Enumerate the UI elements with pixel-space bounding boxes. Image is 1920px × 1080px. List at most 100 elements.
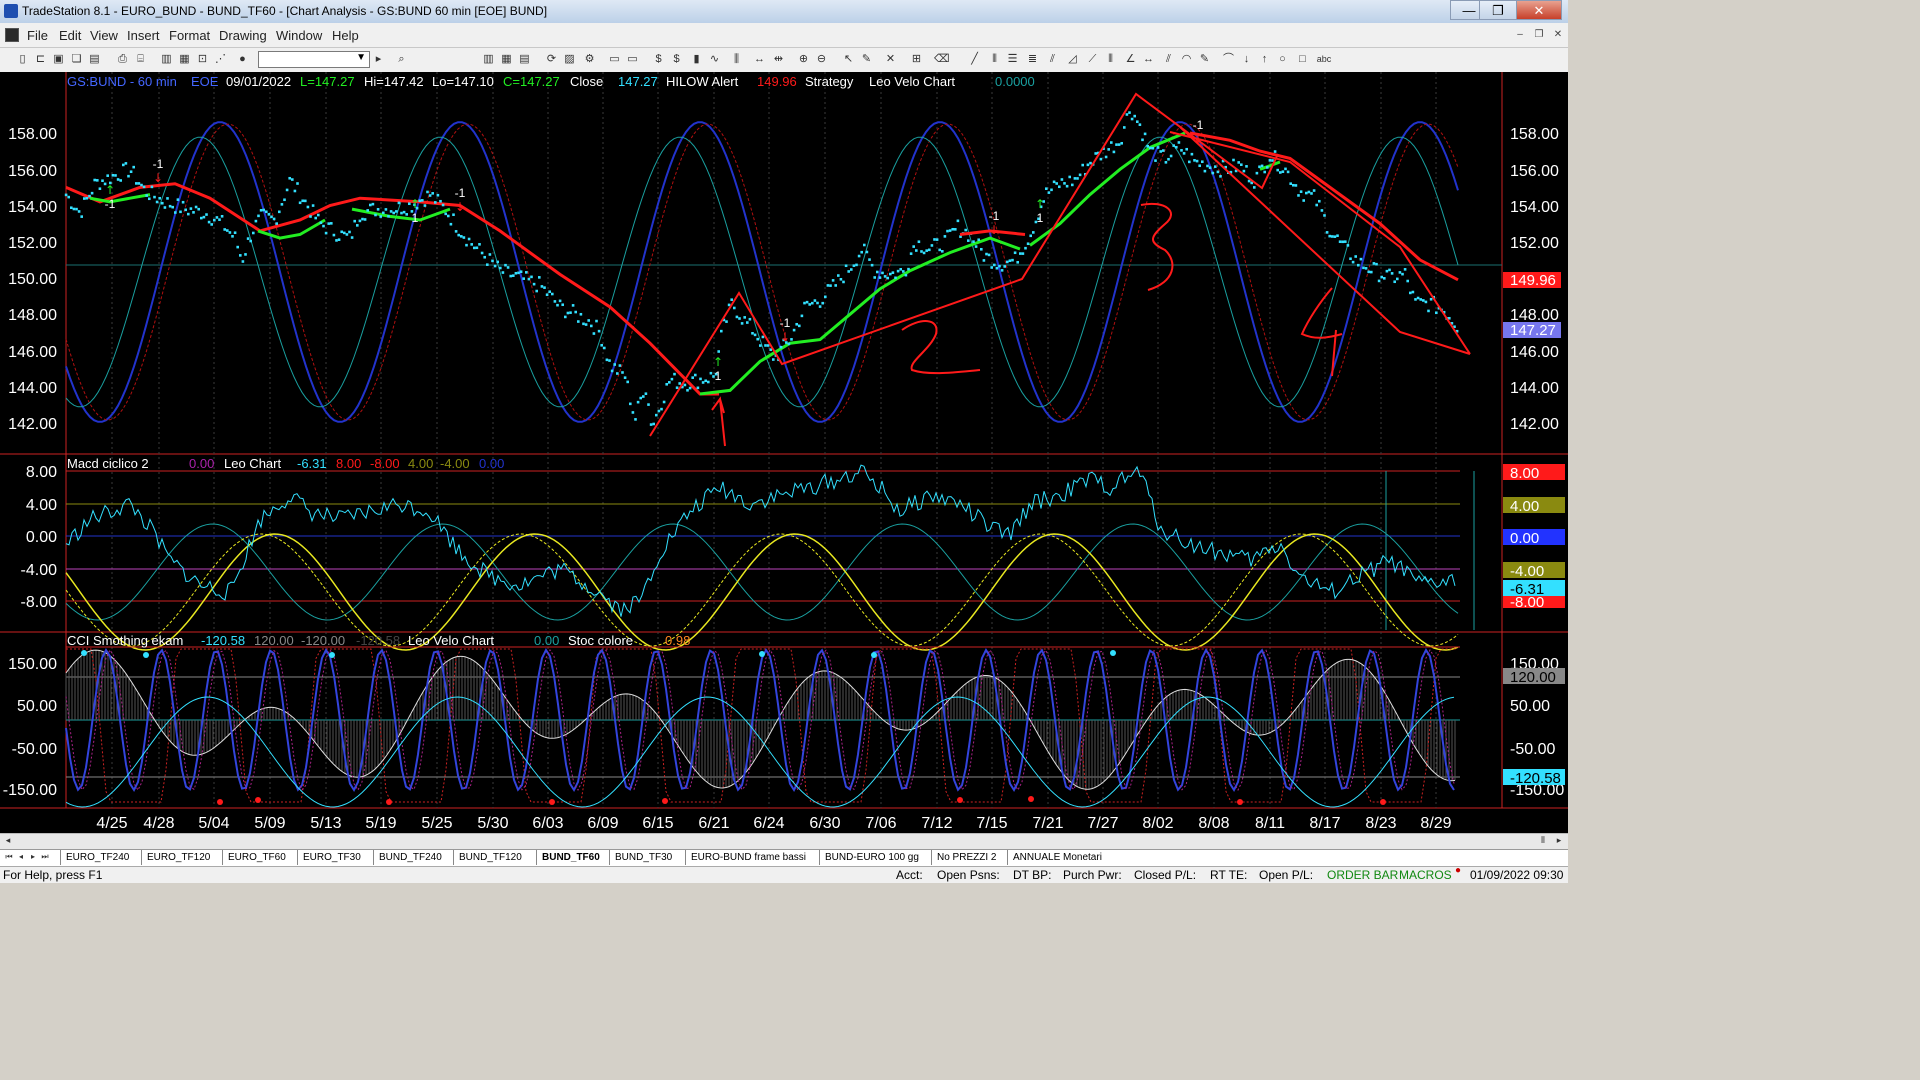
scale-icon[interactable]: ↔ [753, 53, 766, 66]
vertical-line-icon[interactable]: ⦀ [988, 53, 1001, 66]
tab-euro-tf30[interactable]: EURO_TF30 [297, 850, 366, 865]
scroll-left-icon[interactable]: ◂ [1, 835, 15, 847]
tab-bund-tf240[interactable]: BUND_TF240 [373, 850, 447, 865]
bars-icon[interactable]: ⫼ [730, 53, 743, 66]
gann-icon[interactable]: ◿ [1066, 53, 1079, 66]
print-icon[interactable]: ⎙ [116, 53, 129, 66]
menu-edit[interactable]: Edit [59, 28, 81, 43]
tab-bund-tf120[interactable]: BUND_TF120 [453, 850, 527, 865]
indicator-icon[interactable]: ⋰ [214, 53, 227, 66]
menu-format[interactable]: Format [169, 28, 210, 43]
bar-chart-icon[interactable]: ▥ [482, 53, 495, 66]
tab-bund-euro-100-gg[interactable]: BUND-EURO 100 gg [819, 850, 924, 865]
andrews-icon[interactable]: ⦀ [1104, 53, 1117, 66]
arc-icon[interactable]: ◠ [1180, 53, 1193, 66]
tab-euro-bund-frame-bassi[interactable]: EURO-BUND frame bassi [685, 850, 811, 865]
tab-prev-icon[interactable]: ◂ [15, 852, 27, 864]
price-dot [163, 206, 167, 209]
indicator-icon[interactable]: ∿ [708, 53, 721, 66]
rectangle-icon[interactable]: □ [1296, 53, 1309, 66]
scroll-handle-icon[interactable]: ⦀ [1536, 835, 1550, 847]
new-icon[interactable]: ▯ [16, 53, 29, 66]
chart-canvas[interactable]: 4/25 4/28 5/04 5/09 5/13 5/19 5/25 5/30 6/03 6/09… [0, 72, 1568, 834]
tab-no-prezzi-2[interactable]: No PREZZI 2 [931, 850, 1001, 865]
mdi-minimize-button[interactable]: – [1510, 27, 1530, 43]
symbol-combo[interactable]: ▼ [258, 51, 370, 68]
window-icon[interactable]: ▭ [608, 53, 621, 66]
chart-window-icon[interactable] [5, 28, 19, 42]
close-button[interactable]: ✕ [1516, 0, 1562, 20]
window-icon[interactable]: ▭ [626, 53, 639, 66]
print-preview-icon[interactable]: ⌸ [134, 53, 147, 66]
drawing-icon[interactable]: ✎ [860, 53, 873, 66]
grid-icon[interactable]: ▦ [178, 53, 191, 66]
menu-help[interactable]: Help [332, 28, 359, 43]
tab-bund-tf60[interactable]: BUND_TF60 [536, 850, 605, 865]
text-icon[interactable]: abc [1314, 53, 1334, 66]
horizontal-line-icon[interactable]: ☰ [1006, 53, 1019, 66]
mdi-close-button[interactable]: ✕ [1548, 27, 1568, 43]
grid-icon[interactable]: ▦ [500, 53, 513, 66]
lock-icon[interactable]: ⊡ [196, 53, 209, 66]
menu-window[interactable]: Window [276, 28, 322, 43]
refresh-icon[interactable]: ⟳ [545, 53, 558, 66]
settings-icon[interactable]: ⚙ [583, 53, 596, 66]
play-icon[interactable]: ▸ [372, 53, 385, 66]
tab-euro-tf120[interactable]: EURO_TF120 [141, 850, 215, 865]
arrow-down-icon[interactable]: ↓ [1240, 53, 1253, 66]
restore-button[interactable]: ❐ [1479, 0, 1517, 20]
tab-euro-tf240[interactable]: EURO_TF240 [60, 850, 134, 865]
open-icon[interactable]: ⊏ [34, 53, 47, 66]
fibonacci-icon[interactable]: ≣ [1026, 53, 1039, 66]
link-icon[interactable]: ⊞ [910, 53, 923, 66]
price-dot [1123, 126, 1126, 129]
save-icon[interactable]: ▣ [52, 53, 65, 66]
chart-icon[interactable]: ▥ [160, 53, 173, 66]
scroll-icon[interactable]: ⇹ [772, 53, 785, 66]
pen-icon[interactable]: ✎ [1198, 53, 1211, 66]
scroll-right-icon[interactable]: ▸ [1552, 835, 1566, 847]
menu-view[interactable]: View [90, 28, 118, 43]
arrow-up-icon[interactable]: ↑ [1258, 53, 1271, 66]
tab-annuale-monetari[interactable]: ANNUALE Monetari [1007, 850, 1107, 865]
zoom-in-icon[interactable]: ⊕ [797, 53, 810, 66]
search-icon[interactable]: ⌕ [395, 53, 408, 66]
dollar-icon[interactable]: $ [670, 53, 683, 66]
speed-line-icon[interactable]: ⟋ [1086, 53, 1099, 66]
mdi-restore-button[interactable]: ❐ [1529, 27, 1549, 43]
channel-icon[interactable]: ⫽ [1046, 53, 1059, 66]
tools-icon[interactable]: ✕ [884, 53, 897, 66]
curve-icon[interactable]: ⌒ [1222, 53, 1235, 66]
tab-next-icon[interactable]: ▸ [27, 852, 39, 864]
layers-icon[interactable]: ▨ [563, 53, 576, 66]
low-label: Lo=147.10 [432, 74, 494, 89]
copy-icon[interactable]: ❏ [70, 53, 83, 66]
chart-analysis-window[interactable]: 4/25 4/28 5/04 5/09 5/13 5/19 5/25 5/30 6/03 6/09… [0, 72, 1568, 834]
horizontal-scrollbar[interactable]: ◂ ⦀ ▸ [0, 833, 1568, 849]
macros-button[interactable]: MACROS [1399, 868, 1452, 882]
erase-icon[interactable]: ⌫ [934, 53, 950, 66]
order-bar-button[interactable]: ORDER BAR [1327, 868, 1398, 882]
price-dot [1071, 183, 1074, 187]
tab-last-icon[interactable]: ⏭ [39, 852, 51, 864]
table-icon[interactable]: ▤ [518, 53, 531, 66]
trendline-icon[interactable]: ╱ [968, 53, 981, 66]
menu-file[interactable]: File [27, 28, 48, 43]
paste-icon[interactable]: ▤ [88, 53, 101, 66]
price-dot [837, 274, 840, 277]
zoom-out-icon[interactable]: ⊖ [815, 53, 828, 66]
strategy-icon[interactable]: ● [236, 53, 249, 66]
menu-insert[interactable]: Insert [127, 28, 160, 43]
tab-euro-tf60[interactable]: EURO_TF60 [222, 850, 291, 865]
arrow-left-right-icon[interactable]: ↔ [1142, 53, 1155, 66]
chart-icon[interactable]: ▮ [690, 53, 703, 66]
menu-drawing[interactable]: Drawing [219, 28, 267, 43]
chevron-down-icon[interactable]: ▼ [356, 52, 366, 63]
parallel-lines-icon[interactable]: ⫽ [1162, 53, 1175, 66]
ellipse-icon[interactable]: ○ [1276, 53, 1289, 66]
tab-bund-tf30[interactable]: BUND_TF30 [609, 850, 677, 865]
angle-icon[interactable]: ∠ [1124, 53, 1137, 66]
tab-first-icon[interactable]: ⏮ [3, 852, 15, 864]
dollar-icon[interactable]: $ [652, 53, 665, 66]
pointer-icon[interactable]: ↖ [842, 53, 855, 66]
